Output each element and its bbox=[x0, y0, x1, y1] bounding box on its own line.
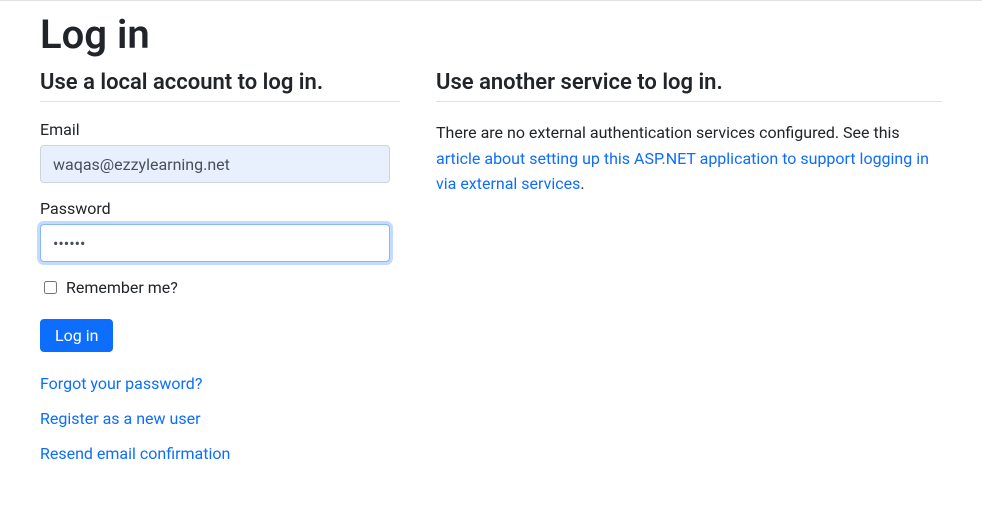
local-login-section: Use a local account to log in. Email Pas… bbox=[40, 64, 400, 479]
email-label: Email bbox=[40, 120, 400, 139]
login-form: Email Password Remember me? Log in Forgo… bbox=[40, 120, 400, 463]
forgot-password-link[interactable]: Forgot your password? bbox=[40, 374, 400, 393]
external-login-message: There are no external authentication ser… bbox=[436, 120, 942, 197]
password-input[interactable] bbox=[40, 224, 390, 262]
divider bbox=[436, 101, 942, 102]
external-login-header: Use another service to log in. bbox=[436, 70, 942, 95]
email-input[interactable] bbox=[40, 145, 390, 183]
login-button[interactable]: Log in bbox=[40, 319, 113, 352]
external-docs-link[interactable]: article about setting up this ASP.NET ap… bbox=[436, 149, 929, 194]
divider bbox=[40, 101, 400, 102]
external-login-section: Use another service to log in. There are… bbox=[436, 64, 942, 479]
resend-confirmation-link[interactable]: Resend email confirmation bbox=[40, 444, 400, 463]
external-msg-suffix: . bbox=[580, 174, 584, 193]
external-msg-prefix: There are no external authentication ser… bbox=[436, 123, 900, 142]
password-label: Password bbox=[40, 199, 400, 218]
local-login-header: Use a local account to log in. bbox=[40, 70, 400, 95]
remember-me-label: Remember me? bbox=[66, 278, 178, 297]
register-link[interactable]: Register as a new user bbox=[40, 409, 400, 428]
page-title: Log in bbox=[40, 11, 942, 58]
remember-me-checkbox[interactable] bbox=[44, 281, 57, 294]
